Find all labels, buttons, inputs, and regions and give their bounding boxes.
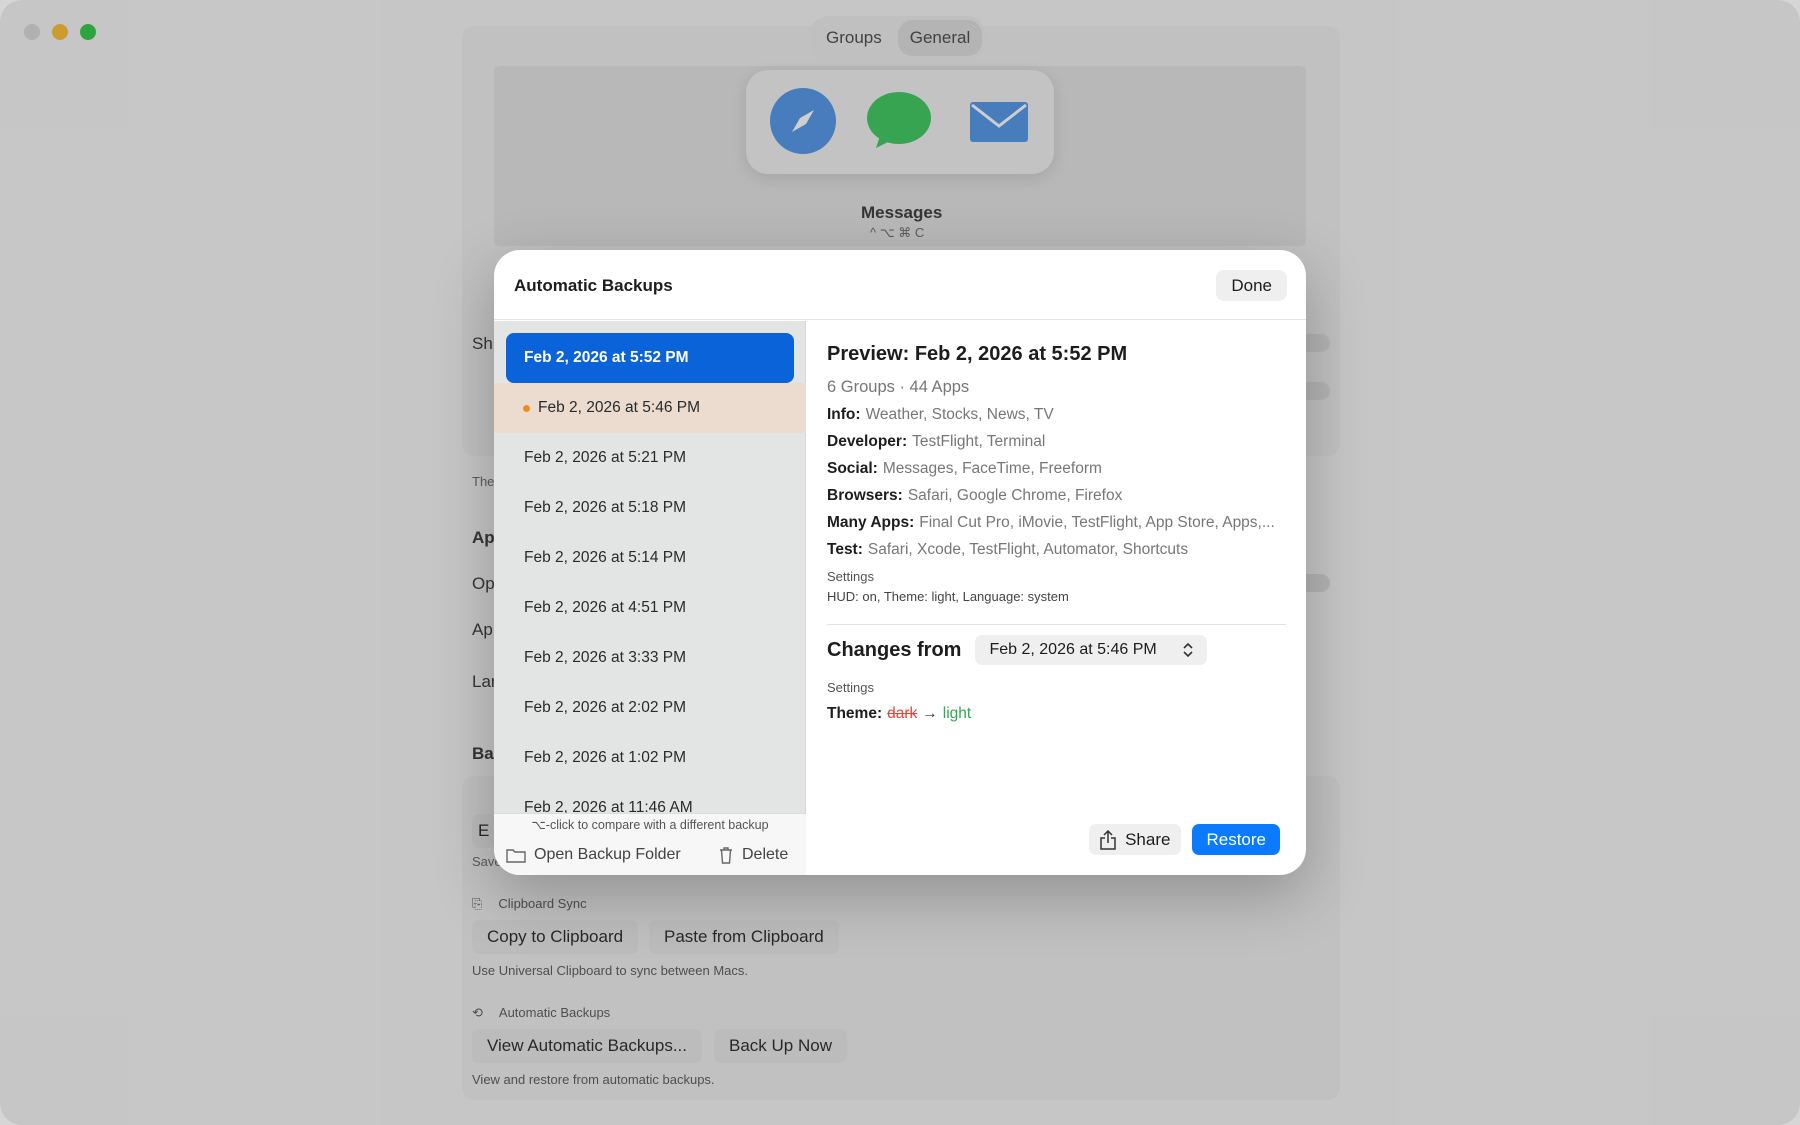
group-row: Test: Safari, Xcode, TestFlight, Automato… [827, 541, 1286, 559]
backup-item[interactable]: Feb 2, 2026 at 5:18 PM [494, 483, 806, 533]
group-name: Browsers: [827, 487, 903, 504]
group-apps: Weather, Stocks, News, TV [865, 406, 1054, 423]
backup-item-label: Feb 2, 2026 at 5:46 PM [538, 399, 700, 416]
changes-from-label: Changes from [827, 638, 962, 661]
group-apps: Final Cut Pro, iMovie, TestFlight, App S… [919, 514, 1275, 531]
compare-dot-icon [523, 405, 530, 412]
arrow-right-icon: → [922, 705, 938, 722]
backup-item[interactable]: Feb 2, 2026 at 5:14 PM [494, 533, 806, 583]
delete-label: Delete [742, 846, 789, 863]
backup-preview-pane: Preview: Feb 2, 2026 at 5:52 PM 6 Groups… [807, 321, 1306, 875]
chevron-up-down-icon [1183, 642, 1193, 658]
group-apps: Safari, Xcode, TestFlight, Automator, Sh… [867, 541, 1189, 558]
backup-item-selected[interactable]: Feb 2, 2026 at 5:52 PM [506, 333, 794, 383]
compare-hint: ⌥-click to compare with a different back… [531, 818, 769, 832]
group-row: Developer: TestFlight, Terminal [827, 433, 1286, 451]
sheet-header: Automatic Backups Done [494, 250, 1306, 320]
group-name: Social: [827, 460, 878, 477]
group-name: Info: [827, 406, 861, 423]
preview-settings-heading: Settings [827, 569, 874, 584]
sheet-title: Automatic Backups [514, 276, 673, 295]
backup-list-pane: Feb 2, 2026 at 5:52 PM Feb 2, 2026 at 5:… [494, 321, 806, 875]
group-name: Test: [827, 541, 863, 558]
backup-item[interactable]: Feb 2, 2026 at 11:46 AM [494, 783, 806, 813]
backup-list-footer: ⌥-click to compare with a different back… [494, 813, 806, 875]
share-label: Share [1125, 830, 1171, 849]
changes-header: Changes from Feb 2, 2026 at 5:46 PM [827, 635, 1286, 665]
group-apps: TestFlight, Terminal [912, 433, 1046, 450]
preview-title: Preview: Feb 2, 2026 at 5:52 PM [827, 343, 1128, 365]
done-button[interactable]: Done [1216, 270, 1287, 301]
trash-icon [720, 847, 732, 864]
backup-item[interactable]: Feb 2, 2026 at 1:02 PM [494, 733, 806, 783]
change-new-value: light [942, 705, 972, 722]
group-apps: Messages, FaceTime, Freeform [882, 460, 1102, 477]
preview-summary: 6 Groups · 44 Apps [827, 378, 970, 396]
sheet-actions: Share Restore [1089, 824, 1280, 855]
backup-item[interactable]: Feb 2, 2026 at 3:33 PM [494, 633, 806, 683]
open-backup-folder-label: Open Backup Folder [534, 846, 681, 863]
settings-window: Groups General Messages ^ ⌥ ⌘ C Sh The A… [0, 0, 1800, 1125]
group-name: Developer: [827, 433, 908, 450]
change-key: Theme: [827, 705, 883, 722]
change-old-value: dark [887, 705, 918, 722]
backup-item-compare[interactable]: Feb 2, 2026 at 5:46 PM [494, 383, 806, 433]
backup-list: Feb 2, 2026 at 5:52 PM Feb 2, 2026 at 5:… [494, 321, 806, 813]
group-row: Social: Messages, FaceTime, Freeform [827, 460, 1286, 478]
restore-button[interactable]: Restore [1192, 824, 1280, 855]
group-row: Info: Weather, Stocks, News, TV [827, 406, 1286, 424]
backup-item[interactable]: Feb 2, 2026 at 5:21 PM [494, 433, 806, 483]
changes-settings-heading: Settings [827, 680, 874, 695]
group-row: Many Apps: Final Cut Pro, iMovie, TestFli… [827, 514, 1286, 532]
group-row: Browsers: Safari, Google Chrome, Firefox [827, 487, 1286, 505]
change-row: Theme: dark → light [827, 705, 1286, 723]
backup-item[interactable]: Feb 2, 2026 at 2:02 PM [494, 683, 806, 733]
divider [827, 624, 1286, 625]
folder-icon [506, 849, 526, 863]
compare-backup-picker[interactable]: Feb 2, 2026 at 5:46 PM [975, 635, 1207, 665]
open-backup-folder-button[interactable]: Open Backup Folder [506, 846, 681, 864]
group-apps: Safari, Google Chrome, Firefox [907, 487, 1123, 504]
group-name: Many Apps: [827, 514, 915, 531]
compare-backup-value: Feb 2, 2026 at 5:46 PM [989, 641, 1157, 658]
share-button[interactable]: Share [1089, 824, 1182, 855]
delete-backup-button[interactable]: Delete [718, 846, 788, 864]
preview-settings-value: HUD: on, Theme: light, Language: system [827, 589, 1069, 604]
backup-item[interactable]: Feb 2, 2026 at 4:51 PM [494, 583, 806, 633]
share-icon [1100, 829, 1116, 850]
automatic-backups-sheet: Automatic Backups Done Feb 2, 2026 at 5:… [494, 250, 1306, 875]
